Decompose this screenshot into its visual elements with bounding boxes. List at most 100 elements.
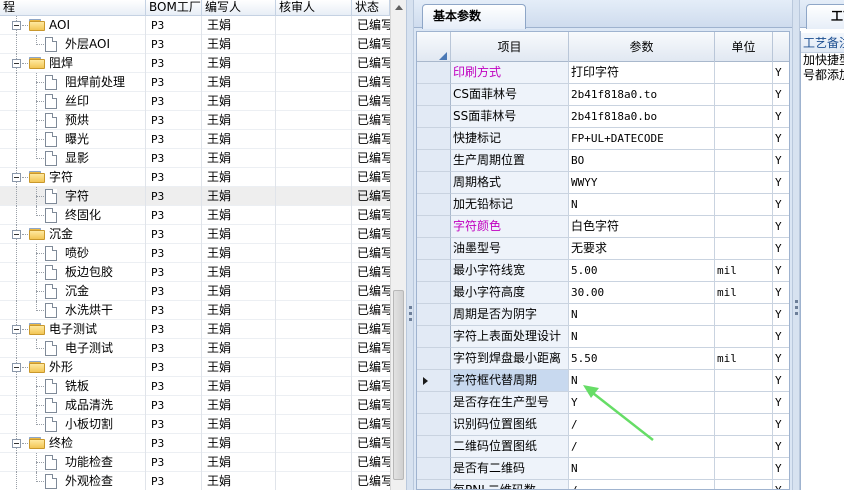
param-row[interactable]: 快捷标记 FP+UL+DATECODE Y — [417, 128, 789, 150]
tree-step-row[interactable]: 电子测试 P3 王娟 已编写 — [0, 339, 390, 358]
param-row[interactable]: 字符框代替周期 N Y — [417, 370, 789, 392]
param-value-cell[interactable]: 5.00 — [569, 260, 715, 282]
col-unit[interactable]: 单位 — [715, 32, 773, 62]
tree-scrollbar[interactable] — [390, 0, 407, 490]
scroll-up-arrow-icon[interactable] — [391, 0, 407, 16]
param-row[interactable]: 字符颜色 白色字符 Y — [417, 216, 789, 238]
tree-step-row[interactable]: 字符 P3 王娟 已编写 — [0, 187, 390, 206]
param-row[interactable]: 字符上表面处理设计 N Y — [417, 326, 789, 348]
notes-text[interactable]: 加快捷型 号都添加 — [801, 53, 844, 83]
row-indicator[interactable] — [417, 304, 451, 326]
param-value-cell[interactable]: FP+UL+DATECODE — [569, 128, 715, 150]
col-process[interactable]: 程 — [0, 0, 146, 16]
tree-step-row[interactable]: 功能检查 P3 王娟 已编写 — [0, 453, 390, 472]
param-value-cell[interactable]: / — [569, 480, 715, 489]
tree-group-row[interactable]: 字符 P3 王娟 已编写 — [0, 168, 390, 187]
left-splitter[interactable] — [406, 0, 414, 490]
param-row[interactable]: 加无铅标记 N Y — [417, 194, 789, 216]
param-value-cell[interactable]: N — [569, 304, 715, 326]
tab-process-notes[interactable]: 工艺备注 — [806, 4, 844, 29]
col-item[interactable]: 项目 — [451, 32, 569, 62]
tree-step-row[interactable]: 喷砂 P3 王娟 已编写 — [0, 244, 390, 263]
param-value-cell[interactable]: WWYY — [569, 172, 715, 194]
row-indicator[interactable] — [417, 414, 451, 436]
row-indicator[interactable] — [417, 194, 451, 216]
param-row[interactable]: 识别码位置图纸 / Y — [417, 414, 789, 436]
row-indicator[interactable] — [417, 172, 451, 194]
param-value-cell[interactable]: N — [569, 458, 715, 480]
tree-step-row[interactable]: 外层AOI P3 王娟 已编写 — [0, 35, 390, 54]
tree-group-row[interactable]: AOI P3 王娟 已编写 — [0, 16, 390, 35]
param-value-cell[interactable]: N — [569, 326, 715, 348]
row-indicator[interactable] — [417, 458, 451, 480]
param-value-cell[interactable]: 打印字符 — [569, 62, 715, 84]
param-value-cell[interactable]: 无要求 — [569, 238, 715, 260]
tree-step-row[interactable]: 水洗烘干 P3 王娟 已编写 — [0, 301, 390, 320]
tree-group-row[interactable]: 沉金 P3 王娟 已编写 — [0, 225, 390, 244]
tree-group-row[interactable]: 阻焊 P3 王娟 已编写 — [0, 54, 390, 73]
tree-step-row[interactable]: 预烘 P3 王娟 已编写 — [0, 111, 390, 130]
row-indicator[interactable] — [417, 392, 451, 414]
param-value-cell[interactable]: BO — [569, 150, 715, 172]
param-row[interactable]: 生产周期位置 BO Y — [417, 150, 789, 172]
param-value-cell[interactable]: N — [569, 370, 715, 392]
param-row[interactable]: SS面菲林号 2b41f818a0.bo Y — [417, 106, 789, 128]
param-value-cell[interactable]: 5.50 — [569, 348, 715, 370]
param-value-cell[interactable]: / — [569, 414, 715, 436]
param-row[interactable]: 字符到焊盘最小距离 5.50 mil Y — [417, 348, 789, 370]
param-row[interactable]: 二维码位置图纸 / Y — [417, 436, 789, 458]
row-indicator[interactable] — [417, 238, 451, 260]
col-reviewer[interactable]: 核审人 — [276, 0, 352, 16]
col-status[interactable]: 状态 — [352, 0, 390, 16]
param-row[interactable]: 是否有二维码 N Y — [417, 458, 789, 480]
tree-step-row[interactable]: 终固化 P3 王娟 已编写 — [0, 206, 390, 225]
row-indicator[interactable] — [417, 326, 451, 348]
tree-step-row[interactable]: 沉金 P3 王娟 已编写 — [0, 282, 390, 301]
row-indicator[interactable] — [417, 106, 451, 128]
tree-step-row[interactable]: 外观检查 P3 王娟 已编写 — [0, 472, 390, 490]
row-indicator[interactable] — [417, 480, 451, 489]
param-row[interactable]: CS面菲林号 2b41f818a0.to Y — [417, 84, 789, 106]
row-indicator[interactable] — [417, 84, 451, 106]
row-indicator[interactable] — [417, 348, 451, 370]
row-indicator[interactable] — [417, 282, 451, 304]
param-row[interactable]: 最小字符高度 30.00 mil Y — [417, 282, 789, 304]
col-value[interactable]: 参数 — [569, 32, 715, 62]
tree-step-row[interactable]: 曝光 P3 王娟 已编写 — [0, 130, 390, 149]
tree-group-row[interactable]: 终检 P3 王娟 已编写 — [0, 434, 390, 453]
tree-step-row[interactable]: 小板切割 P3 王娟 已编写 — [0, 415, 390, 434]
col-extra[interactable] — [773, 32, 789, 62]
tab-basic-params[interactable]: 基本参数 — [422, 4, 526, 29]
scroll-thumb[interactable] — [393, 290, 404, 480]
col-writer[interactable]: 编写人 — [202, 0, 276, 16]
row-indicator[interactable] — [417, 436, 451, 458]
tree-step-row[interactable]: 丝印 P3 王娟 已编写 — [0, 92, 390, 111]
tree-group-row[interactable]: 外形 P3 王娟 已编写 — [0, 358, 390, 377]
row-indicator[interactable] — [417, 128, 451, 150]
tree-step-row[interactable]: 阻焊前处理 P3 王娟 已编写 — [0, 73, 390, 92]
row-indicator[interactable] — [417, 150, 451, 172]
param-row[interactable]: 油墨型号 无要求 Y — [417, 238, 789, 260]
tree-step-row[interactable]: 成品清洗 P3 王娟 已编写 — [0, 396, 390, 415]
param-row[interactable]: 周期是否为阴字 N Y — [417, 304, 789, 326]
tree-group-row[interactable]: 电子测试 P3 王娟 已编写 — [0, 320, 390, 339]
row-indicator[interactable] — [417, 260, 451, 282]
param-value-cell[interactable]: N — [569, 194, 715, 216]
grid-corner[interactable] — [417, 32, 451, 62]
tree-step-row[interactable]: 铣板 P3 王娟 已编写 — [0, 377, 390, 396]
row-indicator[interactable] — [417, 370, 451, 392]
param-value-cell[interactable]: Y — [569, 392, 715, 414]
param-row[interactable]: 是否存在生产型号 Y Y — [417, 392, 789, 414]
param-value-cell[interactable]: 2b41f818a0.bo — [569, 106, 715, 128]
param-value-cell[interactable]: / — [569, 436, 715, 458]
right-splitter[interactable] — [792, 0, 800, 490]
row-indicator[interactable] — [417, 62, 451, 84]
param-row[interactable]: 每PNL二维码数/ Y — [417, 480, 789, 489]
param-row[interactable]: 周期格式 WWYY Y — [417, 172, 789, 194]
row-indicator[interactable] — [417, 216, 451, 238]
tree-step-row[interactable]: 显影 P3 王娟 已编写 — [0, 149, 390, 168]
param-row[interactable]: 印刷方式 打印字符 Y — [417, 62, 789, 84]
col-bom-factory[interactable]: BOM工厂 — [146, 0, 202, 16]
param-value-cell[interactable]: 白色字符 — [569, 216, 715, 238]
param-value-cell[interactable]: 2b41f818a0.to — [569, 84, 715, 106]
